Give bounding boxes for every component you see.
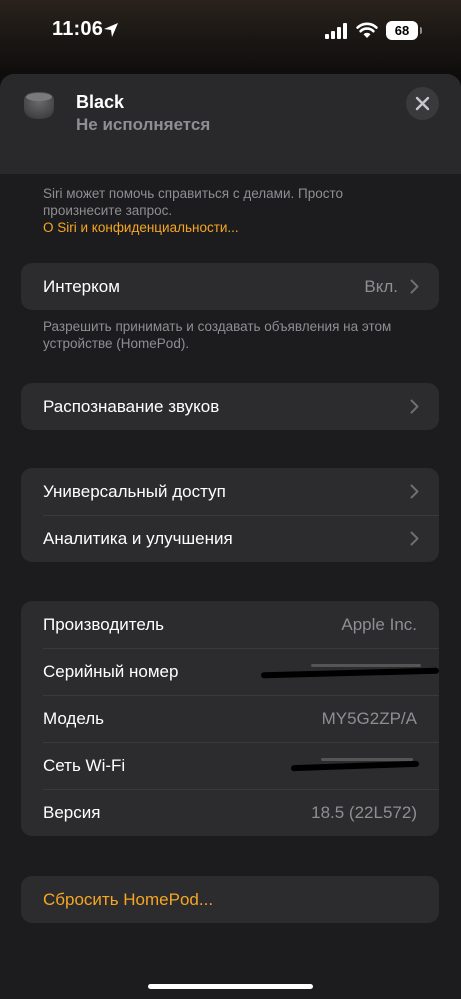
general-card: Универсальный доступ Аналитика и улучшен… — [21, 468, 439, 562]
settings-sheet: Black Не исполняется Siri может помочь с… — [0, 74, 461, 999]
siri-privacy-link[interactable]: О Siri и конфиденциальности... — [43, 219, 413, 236]
chevron-right-icon — [410, 279, 419, 294]
chevron-right-icon — [410, 484, 419, 499]
intercom-card: Интерком Вкл. — [21, 263, 439, 310]
manufacturer-value: Apple Inc. — [341, 615, 417, 634]
siri-footer-text: Siri может помочь справиться с делами. П… — [43, 186, 344, 218]
homepod-mini-icon — [24, 92, 54, 119]
wifi-redaction-mark — [290, 760, 420, 772]
serial-row: Серийный номер — [21, 648, 439, 695]
serial-redaction-trace — [311, 664, 421, 667]
manufacturer-row: Производитель Apple Inc. — [21, 601, 439, 648]
siri-footer: Siri может помочь справиться с делами. П… — [43, 185, 413, 236]
intercom-footer: Разрешить принимать и создавать объявлен… — [43, 319, 392, 351]
close-icon — [415, 96, 430, 111]
status-bar: 11:06 68 — [0, 0, 461, 60]
wifi-network-label: Сеть Wi-Fi — [43, 756, 126, 775]
intercom-value: Вкл. — [364, 277, 398, 296]
close-button[interactable] — [406, 87, 439, 120]
analytics-label: Аналитика и улучшения — [43, 529, 233, 548]
device-name: Black — [76, 92, 125, 112]
intercom-row[interactable]: Интерком Вкл. — [21, 263, 439, 310]
manufacturer-label: Производитель — [43, 615, 165, 634]
info-card: Производитель Apple Inc. Серийный номер … — [21, 601, 439, 836]
sound-recognition-card: Распознавание звуков — [21, 383, 439, 430]
accessibility-label: Универсальный доступ — [43, 482, 226, 501]
wifi-redaction-trace — [321, 758, 413, 761]
status-time: 11:06 — [52, 18, 104, 40]
chevron-right-icon — [410, 399, 419, 414]
model-row: Модель MY5G2ZP/A — [21, 695, 439, 742]
sound-recognition-label: Распознавание звуков — [43, 397, 220, 416]
analytics-row[interactable]: Аналитика и улучшения — [21, 515, 439, 562]
serial-label: Серийный номер — [43, 662, 179, 681]
reset-card: Сбросить HomePod... — [21, 876, 439, 923]
version-label: Версия — [43, 803, 101, 822]
sheet-header: Black Не исполняется — [0, 74, 461, 174]
sound-recognition-row[interactable]: Распознавание звуков — [21, 383, 439, 430]
model-value: MY5G2ZP/A — [321, 709, 417, 728]
screen: 11:06 68 Black Не исполняется Siri может… — [0, 0, 461, 999]
model-label: Модель — [43, 709, 105, 728]
location-arrow-icon — [104, 23, 118, 37]
cellular-signal-icon — [325, 23, 347, 39]
intercom-label: Интерком — [43, 277, 120, 296]
home-indicator[interactable] — [148, 984, 313, 989]
version-row: Версия 18.5 (22L572) — [21, 789, 439, 836]
version-value: 18.5 (22L572) — [311, 803, 417, 822]
accessibility-row[interactable]: Универсальный доступ — [21, 468, 439, 515]
chevron-right-icon — [410, 531, 419, 546]
reset-homepod-button[interactable]: Сбросить HomePod... — [43, 890, 213, 910]
battery-indicator: 68 — [386, 21, 418, 40]
battery-tip — [420, 27, 422, 34]
serial-redaction-mark — [260, 667, 439, 679]
wifi-icon — [356, 22, 378, 38]
device-status: Не исполняется — [76, 115, 211, 134]
wifi-network-row: Сеть Wi-Fi — [21, 742, 439, 789]
